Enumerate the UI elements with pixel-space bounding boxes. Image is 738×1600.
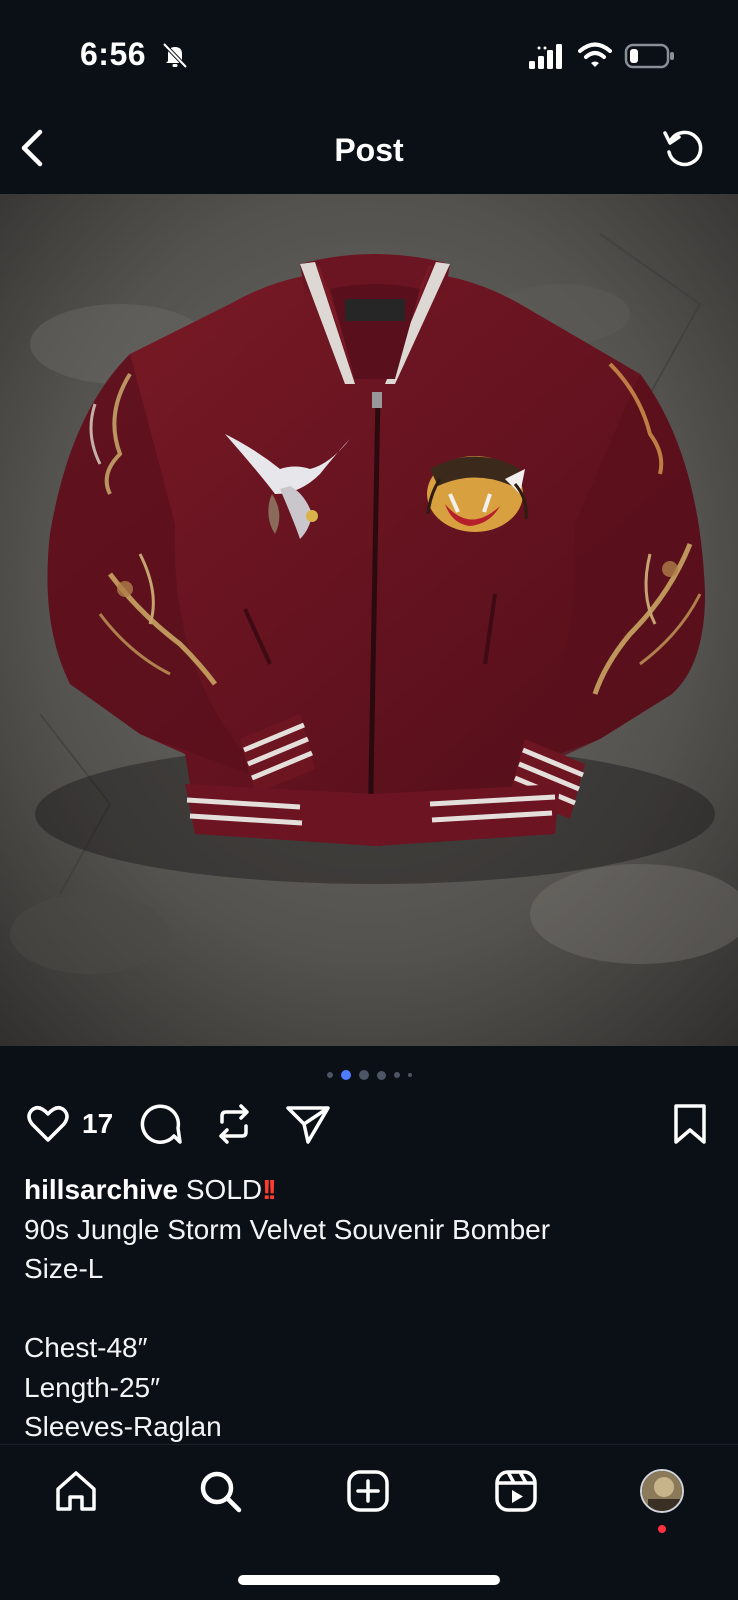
carousel-dot[interactable]	[326, 1072, 333, 1078]
carousel-dot[interactable]	[376, 1070, 386, 1080]
like-count[interactable]: 17	[82, 1108, 113, 1140]
avatar-image	[642, 1471, 682, 1511]
carousel-dot[interactable]	[393, 1072, 400, 1078]
comment-icon[interactable]	[136, 1100, 184, 1148]
refresh-icon[interactable]	[660, 124, 708, 172]
heart-icon[interactable]	[24, 1100, 72, 1148]
jacket-photo	[0, 194, 738, 1046]
bell-slash-icon	[162, 42, 188, 69]
double-exclamation-icon: !!	[262, 1174, 277, 1205]
reels-icon[interactable]	[492, 1467, 540, 1515]
repost-icon[interactable]	[210, 1100, 258, 1148]
status-bar: 6:56	[0, 0, 738, 110]
page-title: Post	[334, 132, 404, 168]
caption-status: SOLD	[185, 1174, 263, 1205]
carousel-dot[interactable]	[407, 1073, 412, 1077]
username-link[interactable]: hillsarchive	[24, 1174, 178, 1205]
notification-dot	[658, 1525, 666, 1533]
post-image[interactable]	[0, 194, 738, 1046]
wifi-icon	[578, 42, 612, 67]
caption-body: 90s Jungle Storm Velvet Souvenir Bomber S…	[24, 1210, 714, 1447]
search-icon[interactable]	[196, 1467, 244, 1515]
post-caption: hillsarchive SOLD!! 90s Jungle Storm Vel…	[24, 1170, 714, 1447]
caption-line: 90s Jungle Storm Velvet Souvenir Bomber	[24, 1213, 551, 1245]
carousel-dot[interactable]	[340, 1070, 351, 1080]
post-actions: 17	[0, 1100, 738, 1156]
home-indicator	[238, 1575, 500, 1585]
status-time: 6:56	[80, 36, 147, 72]
profile-avatar[interactable]	[640, 1469, 684, 1513]
bookmark-icon[interactable]	[666, 1100, 714, 1148]
caption-line: Chest-48″	[24, 1332, 148, 1363]
bottom-nav	[0, 1444, 738, 1600]
signal-icon	[529, 44, 562, 69]
carousel-dots	[0, 1068, 738, 1082]
share-icon[interactable]	[284, 1100, 332, 1148]
caption-line: Size-L	[24, 1253, 104, 1284]
carousel-dot[interactable]	[358, 1070, 369, 1080]
caption-line: Sleeves-Raglan	[24, 1411, 222, 1442]
create-icon[interactable]	[344, 1467, 392, 1515]
caption-line: Length-25″	[24, 1371, 161, 1403]
home-icon[interactable]	[52, 1467, 100, 1515]
caption-header: hillsarchive SOLD!!	[24, 1170, 714, 1210]
post-header: Post	[0, 110, 738, 194]
battery-icon	[624, 43, 674, 69]
